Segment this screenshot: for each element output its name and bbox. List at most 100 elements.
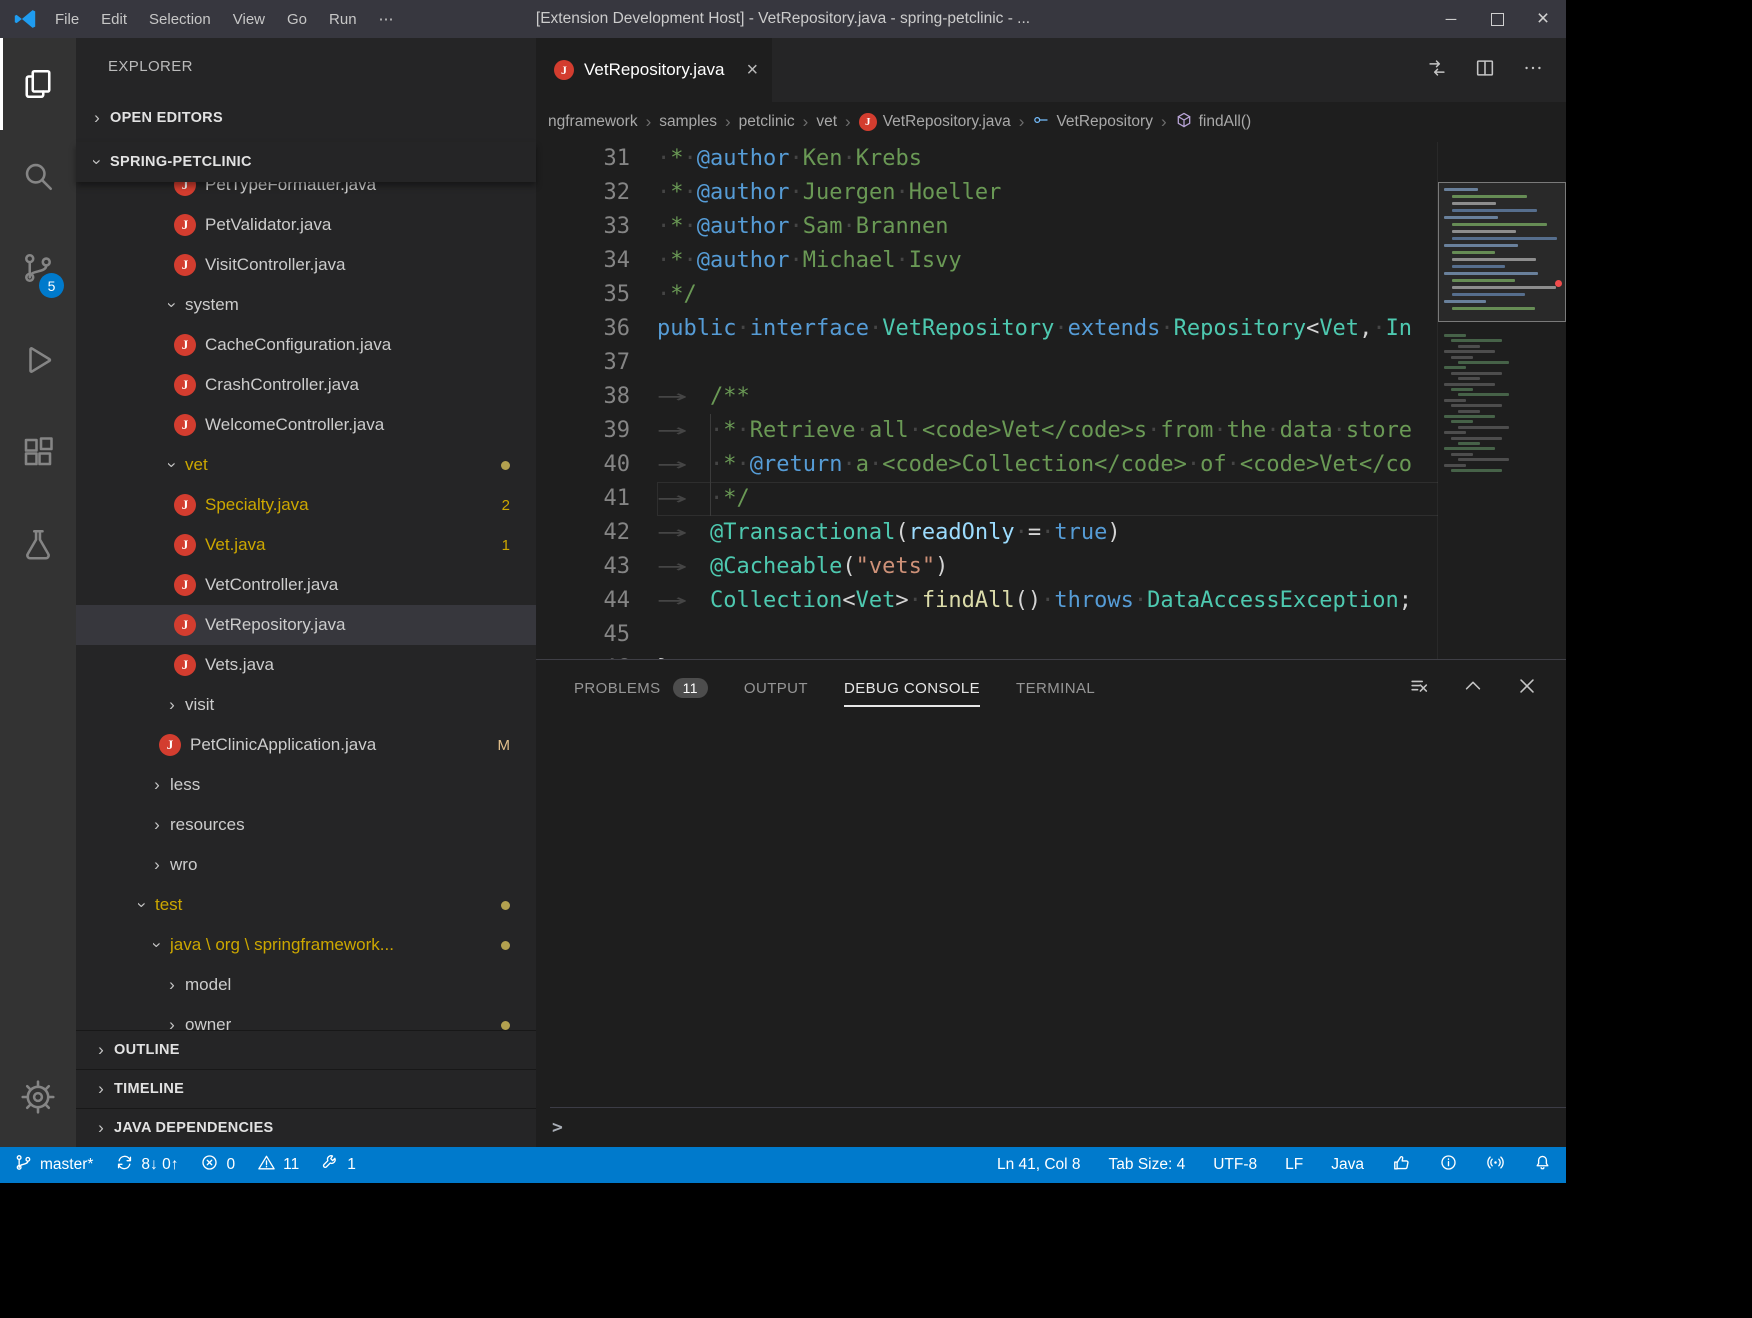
sidebar-section-outline[interactable]: ›OUTLINE [76,1030,536,1069]
panel-tab-problems[interactable]: PROBLEMS11 [574,660,708,716]
search-icon[interactable] [0,130,76,222]
status-java[interactable]: Java [1331,1156,1364,1174]
tree-item-system[interactable]: ›system [76,285,536,325]
settings-gear-icon[interactable] [0,1051,76,1143]
minimize-icon[interactable]: ─ [1428,0,1474,38]
status-bell[interactable] [1533,1153,1552,1177]
menu-item-[interactable]: ⋯ [368,10,405,28]
line-content[interactable]: } [657,652,1566,659]
line-content[interactable]: public·interface·VetRepository·extends·R… [657,312,1566,346]
menu-item-file[interactable]: File [44,11,90,28]
tree-item-owner[interactable]: ›owner [76,1005,536,1030]
line-content[interactable]: ·*/ [657,278,1566,312]
maximize-panel-icon[interactable] [1462,675,1484,702]
close-icon[interactable]: × [1520,0,1566,38]
tree-item-vets-java[interactable]: JVets.java [76,645,536,685]
tree-item-java-org-springframework[interactable]: ›java \ org \ springframework... [76,925,536,965]
project-header[interactable]: › SPRING-PETCLINIC [76,142,536,182]
window-controls: ─ × [1428,0,1566,38]
status-info[interactable] [1439,1153,1458,1177]
tree-item-wro[interactable]: ›wro [76,845,536,885]
status-thumbsup[interactable] [1392,1153,1411,1177]
minimap-slider[interactable] [1438,182,1566,322]
tree-item-vetcontroller-java[interactable]: JVetController.java [76,565,536,605]
more-actions-icon[interactable] [1522,57,1544,84]
status-0[interactable]: 0 [200,1153,235,1177]
tree-item-vet[interactable]: ›vet [76,445,536,485]
debug-console-input[interactable]: > [536,1107,1566,1147]
panel-tab-debug-console[interactable]: DEBUG CONSOLE [844,660,980,716]
line-content[interactable]: ·*·@author·Michael·Isvy [657,244,1566,278]
line-content[interactable] [657,346,1566,380]
minimap[interactable] [1438,142,1566,659]
code-line-45: 45 [536,618,1566,652]
open-changes-icon[interactable] [1426,57,1448,84]
breadcrumb-item-petclinic[interactable]: petclinic [737,113,797,131]
code-token: ·*· [657,146,697,171]
line-content[interactable]: ·*·@author·Ken·Krebs [657,142,1566,176]
tree-item-test[interactable]: ›test [76,885,536,925]
tab-close-icon[interactable]: × [746,59,758,82]
close-panel-icon[interactable] [1516,675,1538,702]
line-content[interactable]: →·*·@return·a·<code>Collection</code>·of… [657,448,1566,482]
breadcrumb-item-findall[interactable]: findAll() [1173,111,1254,134]
line-number: 38 [536,380,657,414]
panel-tab-output[interactable]: OUTPUT [744,660,808,716]
maximize-icon[interactable] [1474,0,1520,38]
line-content[interactable]: →@Transactional(readOnly·=·true) [657,516,1566,550]
clear-console-icon[interactable] [1408,675,1430,702]
breadcrumb-item-vetrepository[interactable]: VetRepository [1030,111,1155,134]
tree-item-petvalidator-java[interactable]: JPetValidator.java [76,205,536,245]
line-content[interactable]: →/** [657,380,1566,414]
line-content[interactable]: ·*·@author·Juergen·Hoeller [657,176,1566,210]
tree-item-pettypeformatter-java[interactable]: JPetTypeFormatter.java [76,182,536,205]
split-editor-icon[interactable] [1474,57,1496,84]
tree-item-model[interactable]: ›model [76,965,536,1005]
run-debug-icon[interactable] [0,314,76,406]
status-broadcast[interactable] [1486,1153,1505,1177]
status-utf-8[interactable]: UTF-8 [1213,1156,1257,1174]
tree-item-resources[interactable]: ›resources [76,805,536,845]
line-content[interactable]: →Collection<Vet>·findAll()·throws·DataAc… [657,584,1566,618]
status-lf[interactable]: LF [1285,1156,1303,1174]
menu-item-view[interactable]: View [222,11,276,28]
breadcrumb-item-samples[interactable]: samples [657,113,719,131]
line-content[interactable]: →·*/ [657,482,1566,516]
breadcrumb-item-vet[interactable]: vet [814,113,839,131]
menu-item-selection[interactable]: Selection [138,11,222,28]
tree-item-crashcontroller-java[interactable]: JCrashController.java [76,365,536,405]
open-editors-header[interactable]: › OPEN EDITORS [76,94,536,142]
source-control-icon[interactable]: 5 [0,222,76,314]
tab-vetrepository-java[interactable]: J VetRepository.java × [536,38,773,102]
line-content[interactable]: →·*·Retrieve·all·<code>Vet</code>s·from·… [657,414,1566,448]
tree-item-cacheconfiguration-java[interactable]: JCacheConfiguration.java [76,325,536,365]
line-content[interactable]: ·*·@author·Sam·Brannen [657,210,1566,244]
line-content[interactable] [657,618,1566,652]
tree-item-specialty-java[interactable]: JSpecialty.java2 [76,485,536,525]
status-master[interactable]: master* [14,1153,93,1177]
panel-tab-terminal[interactable]: TERMINAL [1016,660,1095,716]
tree-item-less[interactable]: ›less [76,765,536,805]
files-icon[interactable] [0,38,76,130]
breadcrumb-item-vetrepository-java[interactable]: JVetRepository.java [857,113,1013,131]
tree-item-vet-java[interactable]: JVet.java1 [76,525,536,565]
status-1[interactable]: 1 [321,1153,356,1177]
tree-item-vetrepository-java[interactable]: JVetRepository.java [76,605,536,645]
testing-beaker-icon[interactable] [0,498,76,590]
menu-item-edit[interactable]: Edit [90,11,138,28]
tree-item-welcomecontroller-java[interactable]: JWelcomeController.java [76,405,536,445]
extensions-icon[interactable] [0,406,76,498]
status-8-0[interactable]: 8↓ 0↑ [115,1153,178,1177]
line-content[interactable]: →@Cacheable("vets") [657,550,1566,584]
menu-item-run[interactable]: Run [318,11,368,28]
tree-item-petclinicapplication-java[interactable]: JPetClinicApplication.javaM [76,725,536,765]
status-tab-size-4[interactable]: Tab Size: 4 [1109,1156,1186,1174]
sidebar-section-java-dependencies[interactable]: ›JAVA DEPENDENCIES [76,1108,536,1147]
breadcrumb-item-ngframework[interactable]: ngframework [546,113,640,131]
status-11[interactable]: 11 [257,1153,299,1177]
tree-item-visitcontroller-java[interactable]: JVisitController.java [76,245,536,285]
menu-item-go[interactable]: Go [276,11,318,28]
tree-item-visit[interactable]: ›visit [76,685,536,725]
status-ln-41-col-8[interactable]: Ln 41, Col 8 [997,1156,1081,1174]
sidebar-section-timeline[interactable]: ›TIMELINE [76,1069,536,1108]
